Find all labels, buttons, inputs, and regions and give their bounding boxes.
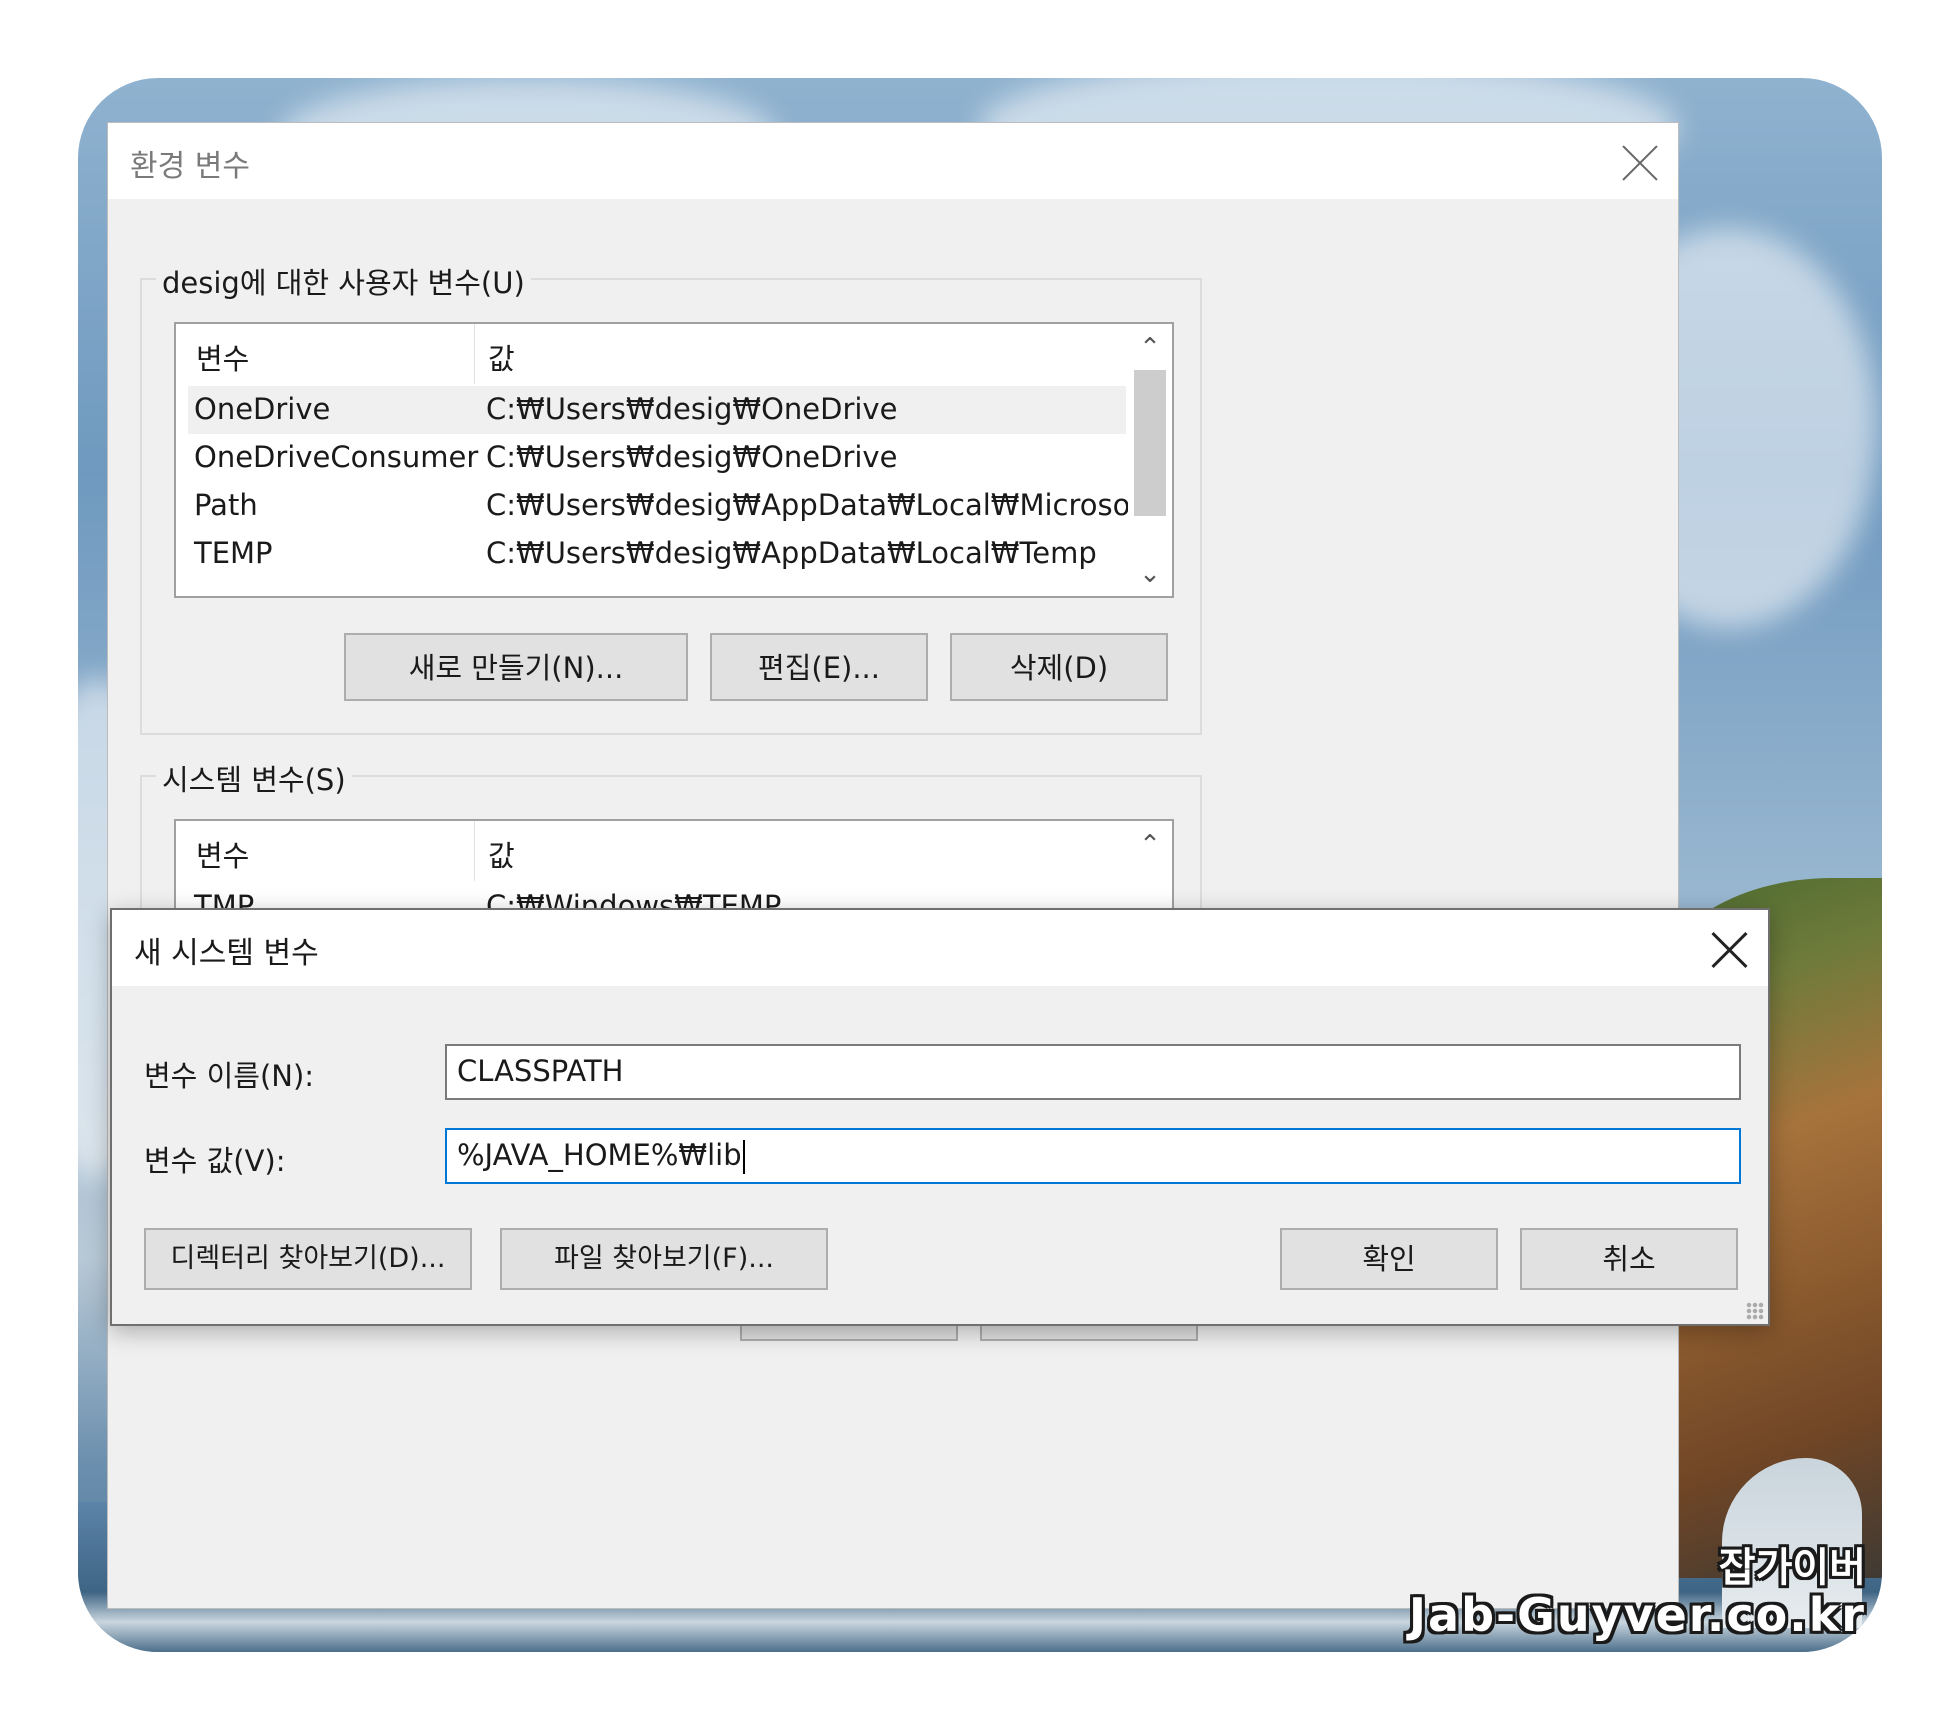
watermark-korean: 잡가이버 [1718, 1545, 1866, 1591]
variable-value-input[interactable]: %JAVA_HOME%₩lib [445, 1128, 1741, 1184]
environment-variables-dialog: 환경 변수 desig에 대한 사용자 변수(U) 변수 값 OneDrive … [108, 123, 1678, 1608]
close-icon[interactable] [1620, 143, 1660, 183]
table-row[interactable]: TEMP C:₩Users₩desig₩AppData₩Local₩Temp [188, 530, 1126, 578]
column-header-name[interactable]: 변수 [196, 833, 249, 875]
user-variables-group: desig에 대한 사용자 변수(U) 변수 값 OneDrive C:₩Use… [140, 260, 1202, 735]
row-name: TEMP [194, 536, 273, 570]
scroll-up-icon[interactable]: ⌃ [1128, 825, 1172, 865]
edit-user-variable-button[interactable]: 편집(E)... [710, 633, 928, 701]
variable-name-label: 변수 이름(N): [144, 1059, 315, 1093]
resize-grip-icon[interactable] [1746, 1302, 1764, 1320]
row-value: C:₩Users₩desig₩AppData₩Local₩Microsof... [486, 488, 1167, 522]
list-header: 변수 값 [176, 324, 1126, 384]
new-user-variable-button[interactable]: 새로 만들기(N)... [344, 633, 688, 701]
row-value: C:₩Users₩desig₩OneDrive [486, 440, 898, 474]
column-header-value[interactable]: 값 [488, 336, 515, 378]
user-list-scrollbar[interactable]: ⌃ ⌄ [1128, 324, 1172, 596]
env-dialog-title: 환경 변수 [130, 149, 250, 184]
column-divider[interactable] [474, 821, 475, 881]
user-variables-list[interactable]: 변수 값 OneDrive C:₩Users₩desig₩OneDrive On… [174, 322, 1174, 598]
column-header-value[interactable]: 값 [488, 833, 515, 875]
table-row[interactable]: OneDrive C:₩Users₩desig₩OneDrive [188, 386, 1126, 434]
variable-value-text: %JAVA_HOME%₩lib [457, 1138, 742, 1172]
new-dialog-title: 새 시스템 변수 [134, 936, 319, 971]
user-variables-label: desig에 대한 사용자 변수(U) [156, 260, 531, 302]
scroll-up-icon[interactable]: ⌃ [1128, 328, 1172, 368]
close-icon[interactable] [1709, 930, 1749, 970]
table-row[interactable]: Path C:₩Users₩desig₩AppData₩Local₩Micros… [188, 482, 1166, 530]
text-caret [742, 1140, 745, 1174]
scroll-thumb[interactable] [1134, 370, 1166, 516]
new-system-variable-dialog: 새 시스템 변수 변수 이름(N): CLASSPATH 변수 값(V): %J… [110, 908, 1770, 1326]
watermark-url: Jab-Guyver.co.kr [1408, 1588, 1866, 1642]
cancel-button[interactable]: 취소 [1520, 1228, 1738, 1290]
row-name: Path [194, 488, 258, 522]
row-value: C:₩Users₩desig₩OneDrive [486, 392, 898, 426]
column-divider[interactable] [474, 324, 475, 384]
env-dialog-titlebar[interactable]: 환경 변수 [108, 123, 1678, 199]
row-name: OneDrive [194, 392, 331, 426]
browse-directory-button[interactable]: 디렉터리 찾아보기(D)... [144, 1228, 472, 1290]
row-name: OneDriveConsumer [194, 440, 479, 474]
scroll-down-icon[interactable]: ⌄ [1128, 554, 1172, 594]
variable-value-label: 변수 값(V): [144, 1144, 286, 1178]
row-value: C:₩Users₩desig₩AppData₩Local₩Temp [486, 536, 1097, 570]
table-row[interactable]: OneDriveConsumer C:₩Users₩desig₩OneDrive [188, 434, 1126, 482]
list-header: 변수 값 [176, 821, 1126, 881]
ok-button[interactable]: 확인 [1280, 1228, 1498, 1290]
variable-name-input[interactable]: CLASSPATH [445, 1044, 1741, 1100]
system-variables-label: 시스템 변수(S) [156, 757, 352, 799]
column-header-name[interactable]: 변수 [196, 336, 249, 378]
delete-user-variable-button[interactable]: 삭제(D) [950, 633, 1168, 701]
variable-name-value: CLASSPATH [457, 1054, 624, 1088]
new-dialog-titlebar[interactable]: 새 시스템 변수 [112, 910, 1768, 986]
browse-file-button[interactable]: 파일 찾아보기(F)... [500, 1228, 828, 1290]
